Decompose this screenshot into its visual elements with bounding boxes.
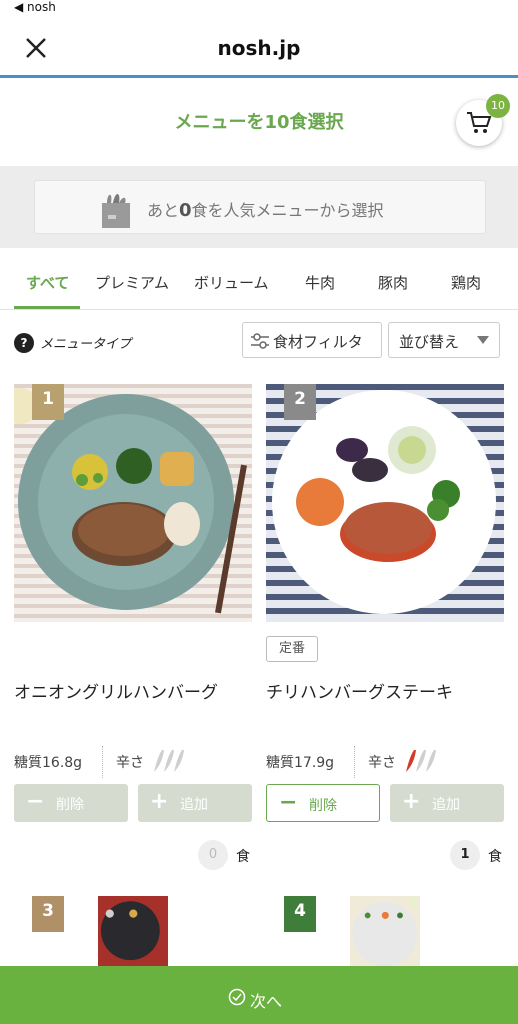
banner-text: あと0食を人気メニューから選択 xyxy=(147,197,384,221)
add-button[interactable]: + 追加 xyxy=(138,784,252,822)
nav-bar: nosh.jp xyxy=(0,16,518,78)
category-tabs: すべて プレミアム ボリューム 牛肉 豚肉 鶏肉 xyxy=(0,248,518,310)
tab-pork[interactable]: 豚肉 xyxy=(378,272,408,293)
banner-suffix: 食を人気メニューから選択 xyxy=(191,201,384,220)
spice-level-icon xyxy=(406,750,436,772)
back-to-app-link[interactable]: ◀ nosh xyxy=(14,0,56,14)
minus-icon: − xyxy=(279,790,298,815)
product-name[interactable]: オニオングリルハンバーグ xyxy=(14,678,218,703)
filter-icon xyxy=(251,333,269,349)
page-title: nosh.jp xyxy=(217,36,301,60)
divider xyxy=(102,746,103,778)
ingredient-filter-button[interactable]: 食材フィルタ xyxy=(242,322,382,358)
tab-all[interactable]: すべて xyxy=(26,272,69,293)
rank-badge: 3 xyxy=(32,896,64,932)
divider xyxy=(354,746,355,778)
cart-count-badge: 10 xyxy=(486,94,510,118)
delete-button[interactable]: − 削除 xyxy=(14,784,128,822)
cart-icon xyxy=(467,112,492,133)
delete-label: 削除 xyxy=(56,797,84,813)
carb-amount: 糖質17.9g xyxy=(266,755,335,771)
menu-type-link[interactable]: メニュータイプ xyxy=(40,333,131,352)
tab-chicken[interactable]: 鶏肉 xyxy=(451,272,481,293)
plus-icon: + xyxy=(150,789,169,814)
delete-button[interactable]: − 削除 xyxy=(266,784,380,822)
add-label: 追加 xyxy=(432,797,460,813)
sort-dropdown[interactable]: 並び替え xyxy=(388,322,500,358)
add-button[interactable]: + 追加 xyxy=(390,784,504,822)
tab-volume[interactable]: ボリューム xyxy=(194,272,269,293)
spice-level-icon xyxy=(154,750,184,772)
quantity-count: 1 xyxy=(450,840,480,870)
quantity-unit: 食 xyxy=(488,849,502,865)
rank-badge: 2 xyxy=(284,384,316,420)
remaining-count: 0 xyxy=(179,200,192,221)
plus-icon: + xyxy=(402,789,421,814)
minus-icon: − xyxy=(26,789,45,814)
next-label: 次へ xyxy=(250,992,283,1011)
banner-prefix: あと xyxy=(147,201,180,220)
shopping-bag-icon xyxy=(102,194,130,228)
help-icon[interactable]: ? xyxy=(14,333,34,353)
quantity-count: 0 xyxy=(198,840,228,870)
rank-badge: 1 xyxy=(32,384,64,420)
selection-header: メニューを10食選択 10 xyxy=(0,78,518,166)
caret-down-icon xyxy=(477,336,489,344)
category-tag: 定番 xyxy=(266,636,319,662)
check-circle-icon xyxy=(228,988,246,1006)
status-bar: ◀ nosh xyxy=(0,0,518,16)
spicy-label: 辛さ xyxy=(368,755,396,771)
spicy-label: 辛さ xyxy=(116,755,144,771)
popular-banner-area: あと0食を人気メニューから選択 xyxy=(0,166,518,248)
quantity-unit: 食 xyxy=(236,849,250,865)
next-button[interactable]: 次へ xyxy=(0,966,518,1024)
popular-menu-banner[interactable]: あと0食を人気メニューから選択 xyxy=(34,180,486,234)
tab-premium[interactable]: プレミアム xyxy=(95,272,169,293)
active-tab-indicator xyxy=(14,306,80,309)
filter-label: 食材フィルタ xyxy=(273,333,363,351)
tab-beef[interactable]: 牛肉 xyxy=(305,272,335,293)
rank-badge: 4 xyxy=(284,896,316,932)
add-label: 追加 xyxy=(180,797,208,813)
sort-label: 並び替え xyxy=(399,333,460,351)
app-root: ◀ nosh nosh.jp メニューを10食選択 10 あと0食を人気メニュー… xyxy=(0,0,518,1024)
product-name[interactable]: チリハンバーグステーキ xyxy=(266,678,453,703)
selection-instruction: メニューを10食選択 xyxy=(174,112,344,133)
delete-label: 削除 xyxy=(309,798,337,814)
carb-amount: 糖質16.8g xyxy=(14,755,83,771)
